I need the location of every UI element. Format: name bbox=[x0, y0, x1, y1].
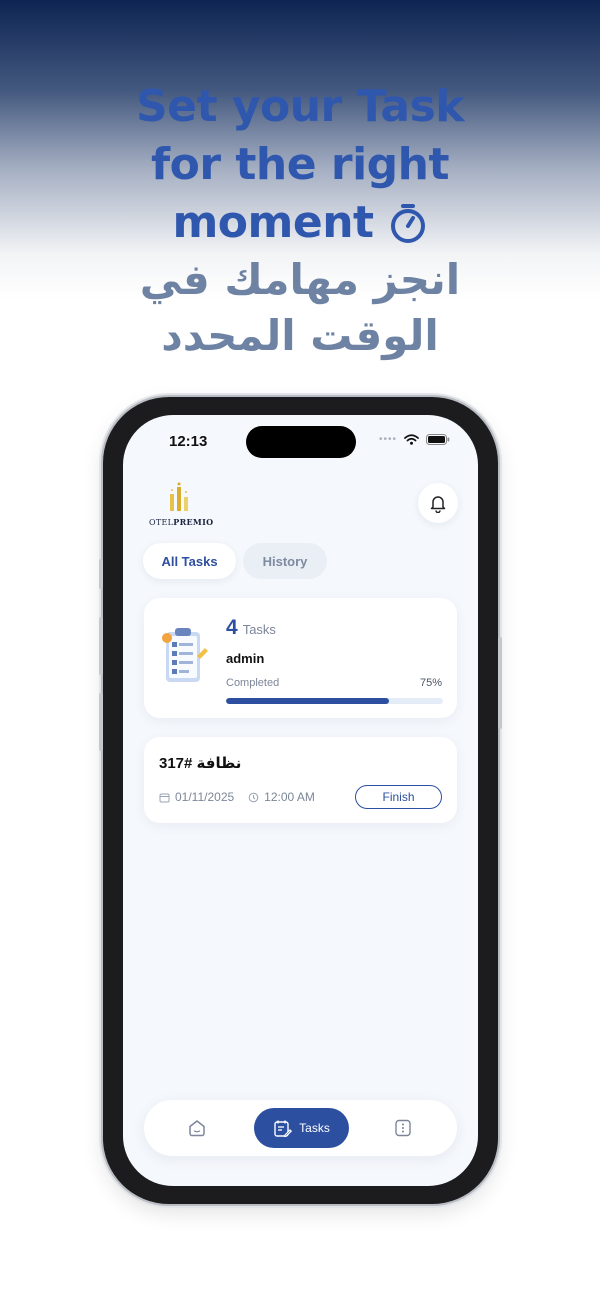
tasks-count: 4 bbox=[226, 616, 238, 639]
power-button bbox=[498, 637, 502, 729]
otelpremio-logo: OTELPREMIO bbox=[149, 482, 213, 527]
headline-english: Set your Task for the right moment bbox=[0, 78, 600, 252]
logo-bars-icon bbox=[170, 482, 188, 511]
completed-label: Completed bbox=[226, 677, 280, 689]
task-time-text: 12:00 AM bbox=[264, 790, 315, 804]
progress-fill bbox=[226, 698, 389, 704]
nav-home[interactable] bbox=[187, 1118, 207, 1143]
volume-up-button bbox=[99, 617, 103, 675]
tab-all-tasks[interactable]: All Tasks bbox=[143, 543, 236, 579]
tasks-summary-card: 4 Tasks admin Completed 75% bbox=[144, 598, 457, 718]
tab-history[interactable]: History bbox=[243, 543, 327, 579]
progress-bar bbox=[226, 698, 443, 704]
headline-line-1: Set your Task bbox=[135, 81, 465, 132]
dynamic-island bbox=[246, 426, 356, 458]
promo-headline: Set your Task for the right moment انجز … bbox=[0, 78, 600, 364]
status-icons: •••• bbox=[379, 434, 450, 445]
notifications-button[interactable] bbox=[418, 483, 458, 523]
headline-arabic-line-2: الوقت المحدد bbox=[161, 311, 439, 360]
nav-tasks[interactable]: Tasks bbox=[254, 1108, 349, 1148]
stopwatch-icon bbox=[390, 204, 425, 243]
headline-arabic-line-1: انجز مهامك في bbox=[139, 255, 461, 304]
phone-frame: 12:13 •••• OTELPREMIO All Tasks History … bbox=[99, 397, 502, 1204]
tasks-count-label: Tasks bbox=[242, 622, 276, 637]
task-date-text: 01/11/2025 bbox=[175, 790, 235, 804]
calendar-icon bbox=[159, 793, 170, 802]
wifi-icon bbox=[404, 434, 419, 445]
logo-text-premio: PREMIO bbox=[173, 517, 214, 527]
bell-icon bbox=[430, 495, 446, 513]
task-time: 12:00 AM bbox=[248, 790, 315, 804]
silent-switch bbox=[99, 559, 103, 589]
battery-icon bbox=[426, 434, 450, 445]
completed-percent: 75% bbox=[419, 677, 442, 689]
task-title: نظافة #317 bbox=[159, 755, 242, 772]
tasks-edit-icon bbox=[274, 1120, 293, 1137]
finish-button[interactable]: Finish bbox=[355, 785, 442, 809]
task-meta: 01/11/2025 12:00 AM bbox=[159, 790, 329, 804]
headline-line-2: for the right bbox=[150, 139, 450, 190]
bottom-nav: Tasks bbox=[144, 1100, 457, 1156]
logo-text-otel: OTEL bbox=[149, 518, 174, 527]
headline-line-3-row: moment bbox=[172, 194, 427, 252]
tasks-count-row: 4 Tasks bbox=[226, 616, 276, 640]
logo-text: OTELPREMIO bbox=[149, 517, 213, 527]
clock-icon bbox=[248, 792, 259, 802]
clipboard-checklist-icon bbox=[162, 628, 208, 682]
nav-tasks-label: Tasks bbox=[299, 1121, 330, 1135]
app-screen: 12:13 •••• OTELPREMIO All Tasks History … bbox=[123, 415, 478, 1186]
home-icon bbox=[189, 1120, 205, 1137]
more-options-icon bbox=[395, 1119, 411, 1137]
status-time: 12:13 bbox=[169, 433, 208, 450]
signal-dots-icon: •••• bbox=[378, 434, 397, 445]
task-card[interactable]: نظافة #317 01/11/2025 12:00 AM Finish bbox=[144, 737, 457, 823]
nav-more[interactable] bbox=[393, 1118, 413, 1143]
volume-down-button bbox=[99, 693, 103, 751]
task-date: 01/11/2025 bbox=[159, 790, 234, 804]
user-name: admin bbox=[226, 651, 265, 666]
headline-line-3: moment bbox=[172, 197, 374, 248]
headline-arabic: انجز مهامك في الوقت المحدد bbox=[0, 252, 600, 364]
